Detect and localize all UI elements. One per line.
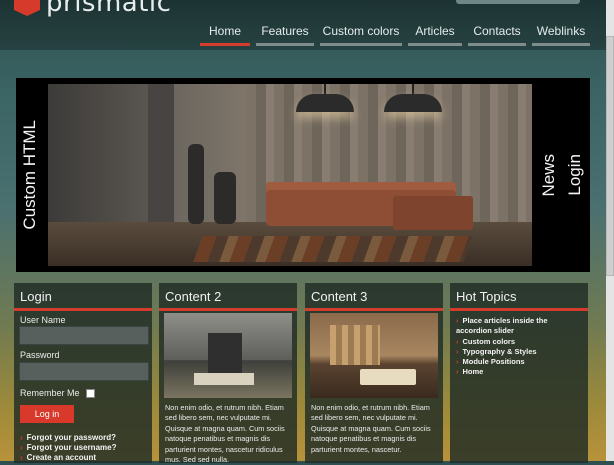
logo-text[interactable]: prismatic	[46, 0, 171, 18]
hot-topic-item[interactable]: › Module Positions	[456, 357, 584, 367]
panel-divider	[305, 308, 443, 311]
search-input[interactable]	[456, 0, 580, 4]
chevron-right-icon: ›	[456, 357, 459, 366]
hot-topic-item[interactable]: › Typography & Styles	[456, 347, 584, 357]
nav-features[interactable]: Features	[256, 20, 314, 46]
hot-topic-item[interactable]: › Place articles inside the accordion sli…	[456, 316, 584, 336]
hot-topic-item[interactable]: › Custom colors	[456, 337, 584, 347]
chevron-right-icon: ›	[20, 433, 23, 442]
hot-topics-title: Hot Topics	[456, 289, 517, 304]
login-title: Login	[20, 289, 52, 304]
content3-panel: Content 3 Non enim odio, et rutrum nibh.…	[305, 283, 443, 463]
hot-topic-item[interactable]: › Home	[456, 367, 584, 377]
banner-right-tabs: News Login	[534, 78, 590, 272]
content2-image	[164, 313, 292, 398]
chevron-right-icon: ›	[456, 347, 459, 356]
scrollbar-thumb[interactable]	[606, 36, 614, 276]
forgot-password-link[interactable]: › Forgot your password?	[20, 433, 116, 442]
content2-text: Non enim odio, et rutrum nibh. Etiam sed…	[165, 403, 285, 465]
chevron-right-icon: ›	[20, 443, 23, 452]
tab-custom-html-label: Custom HTML	[20, 120, 39, 230]
header-bar: prismatic Home Features Custom colors Ar…	[0, 0, 614, 50]
forgot-username-link[interactable]: › Forgot your username?	[20, 443, 116, 452]
password-label: Password	[20, 350, 60, 360]
content2-panel: Content 2 Non enim odio, et rutrum nibh.…	[159, 283, 297, 465]
tab-login[interactable]: Login	[565, 154, 585, 196]
password-field[interactable]	[19, 362, 149, 381]
banner-slider: Custom HTML News Login	[16, 78, 590, 272]
chevron-right-icon: ›	[456, 337, 459, 346]
content3-title: Content 3	[311, 289, 368, 304]
tab-custom-html[interactable]: Custom HTML	[16, 78, 44, 272]
remember-label: Remember Me	[20, 388, 80, 398]
panel-divider	[14, 308, 152, 311]
content3-text: Non enim odio, et rutrum nibh. Etiam sed…	[311, 403, 431, 454]
remember-checkbox[interactable]	[86, 389, 95, 398]
content3-image	[310, 313, 438, 398]
nav-home[interactable]: Home	[200, 20, 250, 46]
panel-divider	[159, 308, 297, 311]
tab-news[interactable]: News	[539, 154, 559, 197]
chevron-right-icon: ›	[456, 367, 459, 376]
main-nav: Home Features Custom colors Articles Con…	[200, 20, 590, 46]
username-field[interactable]	[19, 326, 149, 345]
nav-articles[interactable]: Articles	[408, 20, 462, 46]
banner-image	[48, 84, 532, 266]
username-label: User Name	[20, 315, 66, 325]
content2-title: Content 2	[165, 289, 222, 304]
nav-contacts[interactable]: Contacts	[468, 20, 526, 46]
nav-weblinks[interactable]: Weblinks	[532, 20, 590, 46]
nav-custom-colors[interactable]: Custom colors	[320, 20, 402, 46]
logo-icon	[14, 0, 40, 16]
chevron-right-icon: ›	[456, 316, 459, 325]
login-button[interactable]: Log in	[20, 405, 74, 423]
panel-divider	[450, 308, 588, 311]
